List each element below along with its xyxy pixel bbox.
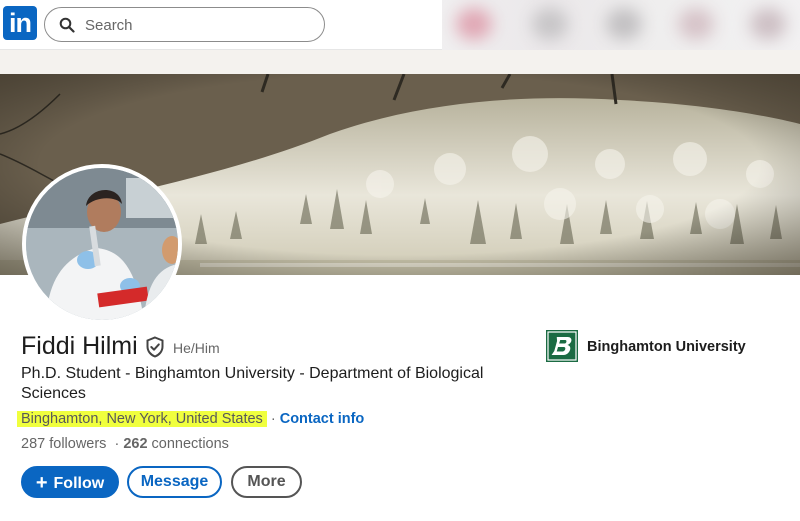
search-input[interactable] (85, 14, 315, 36)
binghamton-logo-icon (546, 330, 578, 362)
profile-pronouns: He/Him (173, 340, 220, 356)
blurred-nav-icon (532, 8, 568, 40)
profile-avatar[interactable] (22, 164, 182, 324)
connections-count[interactable]: 262 (123, 436, 147, 452)
more-button[interactable]: More (231, 466, 302, 498)
connections-label: connections (151, 436, 229, 452)
contact-info-link[interactable]: Contact info (280, 411, 365, 427)
network-stats: 287 followers · 262 connections (21, 436, 229, 452)
blurred-nav-area (442, 0, 800, 50)
network-separator: · (114, 436, 120, 452)
blurred-nav-icon (456, 8, 492, 40)
message-button[interactable]: Message (127, 466, 222, 498)
follow-button[interactable]: + Follow (21, 466, 119, 498)
avatar-photo (26, 168, 178, 320)
search-box[interactable] (44, 7, 325, 42)
location-row: Binghamton, New York, United States · Co… (17, 407, 364, 431)
blurred-nav-icon (750, 8, 786, 40)
followers-count[interactable]: 287 followers (21, 436, 106, 452)
verified-shield-icon[interactable] (145, 336, 165, 358)
profile-headline: Ph.D. Student - Binghamton University - … (21, 365, 484, 402)
plus-icon: + (35, 472, 48, 494)
linkedin-logo-icon[interactable]: in (3, 6, 37, 40)
search-icon (59, 17, 75, 33)
top-nav-bar: in (0, 0, 800, 50)
profile-location: Binghamton, New York, United States (17, 411, 267, 427)
profile-name: Fiddi Hilmi (21, 332, 138, 360)
blurred-nav-icon (678, 8, 714, 40)
education-name: Binghamton University (587, 339, 746, 355)
follow-label: Follow (53, 475, 105, 492)
profile-card: Fiddi Hilmi He/Him Ph.D. Student - Bingh… (0, 74, 800, 521)
blurred-nav-icon (606, 8, 642, 40)
location-separator: · (270, 411, 276, 427)
